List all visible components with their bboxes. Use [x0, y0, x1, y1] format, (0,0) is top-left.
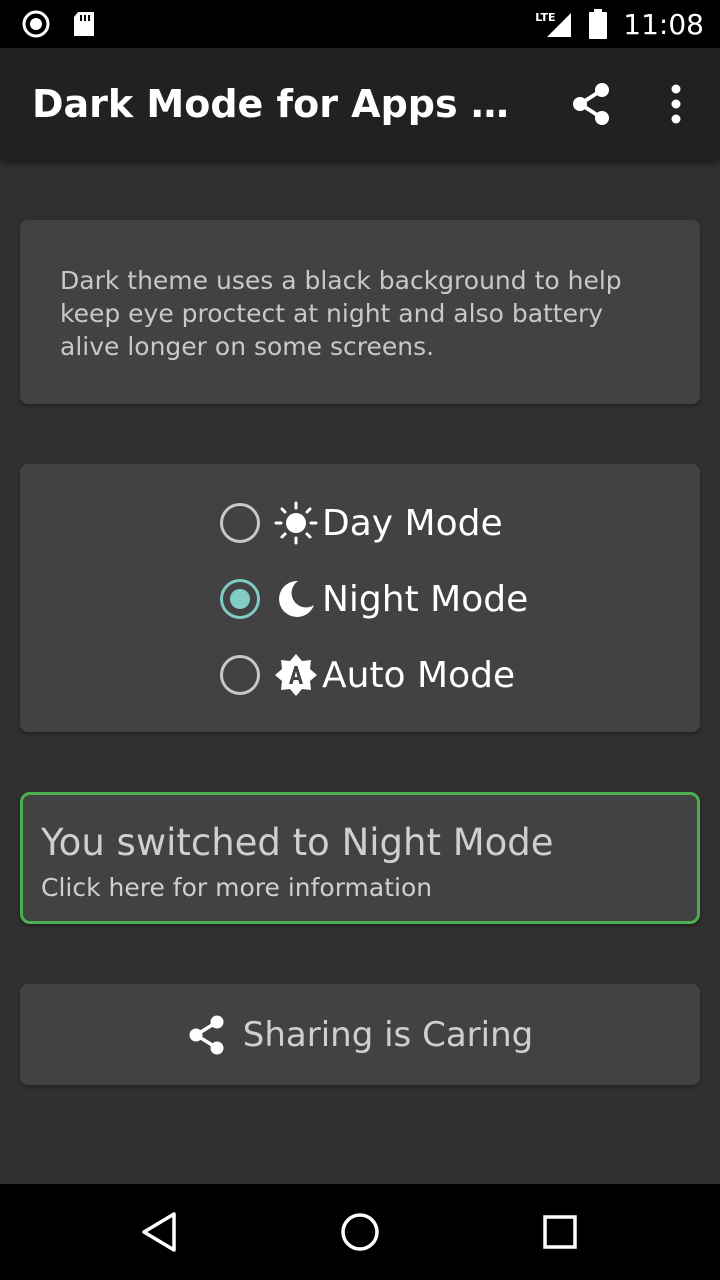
status-icons-left — [22, 10, 94, 38]
mode-label-auto: Auto Mode — [322, 654, 516, 696]
radio-day[interactable] — [220, 503, 260, 543]
status-time: 11:08 — [623, 7, 704, 41]
record-icon — [22, 10, 50, 38]
radio-night[interactable] — [220, 579, 260, 619]
mode-notice-card[interactable]: You switched to Night Mode Click here fo… — [20, 792, 700, 924]
sun-icon — [274, 501, 318, 545]
moon-icon — [279, 580, 314, 617]
status-bar: LTE 11:08 — [0, 0, 720, 48]
sharing-button-label: Sharing is Caring — [242, 1014, 534, 1055]
mode-label-night: Night Mode — [322, 578, 529, 620]
sd-card-icon — [74, 12, 94, 36]
auto-brightness-icon — [275, 654, 317, 696]
recents-square-icon[interactable] — [536, 1208, 584, 1256]
info-card: Dark theme uses a black background to he… — [20, 220, 700, 404]
notice-title: You switched to Night Mode — [41, 821, 554, 864]
status-system-icons: LTE 11:08 — [535, 0, 704, 48]
share-icon[interactable] — [570, 82, 614, 126]
lte-signal: LTE — [535, 9, 575, 39]
screen: LTE 11:08 Dark Mode for Apps Night… — [0, 0, 720, 1280]
share-icon — [189, 1015, 224, 1054]
mode-label-day: Day Mode — [322, 502, 503, 544]
lte-label: LTE — [535, 11, 556, 24]
app-title: Dark Mode for Apps Night… — [32, 82, 532, 126]
mode-radio-group: Day Mode Night Mode Auto Mode — [20, 464, 700, 732]
more-vert-icon[interactable] — [662, 82, 690, 126]
mode-option-day[interactable]: Day Mode — [220, 498, 503, 548]
status-notification-icons — [22, 10, 122, 38]
navigation-bar — [0, 1184, 720, 1280]
battery-icon — [589, 9, 608, 39]
notice-subtitle: Click here for more information — [41, 873, 433, 902]
app-bar: Dark Mode for Apps Night… — [0, 48, 720, 160]
mode-option-auto[interactable]: Auto Mode — [220, 650, 515, 700]
info-text: Dark theme uses a black background to he… — [60, 266, 622, 361]
sharing-button[interactable]: Sharing is Caring — [20, 984, 700, 1085]
radio-auto[interactable] — [220, 655, 260, 695]
home-circle-icon[interactable] — [336, 1208, 384, 1256]
mode-option-night[interactable]: Night Mode — [220, 574, 528, 624]
back-triangle-icon[interactable] — [136, 1208, 184, 1256]
